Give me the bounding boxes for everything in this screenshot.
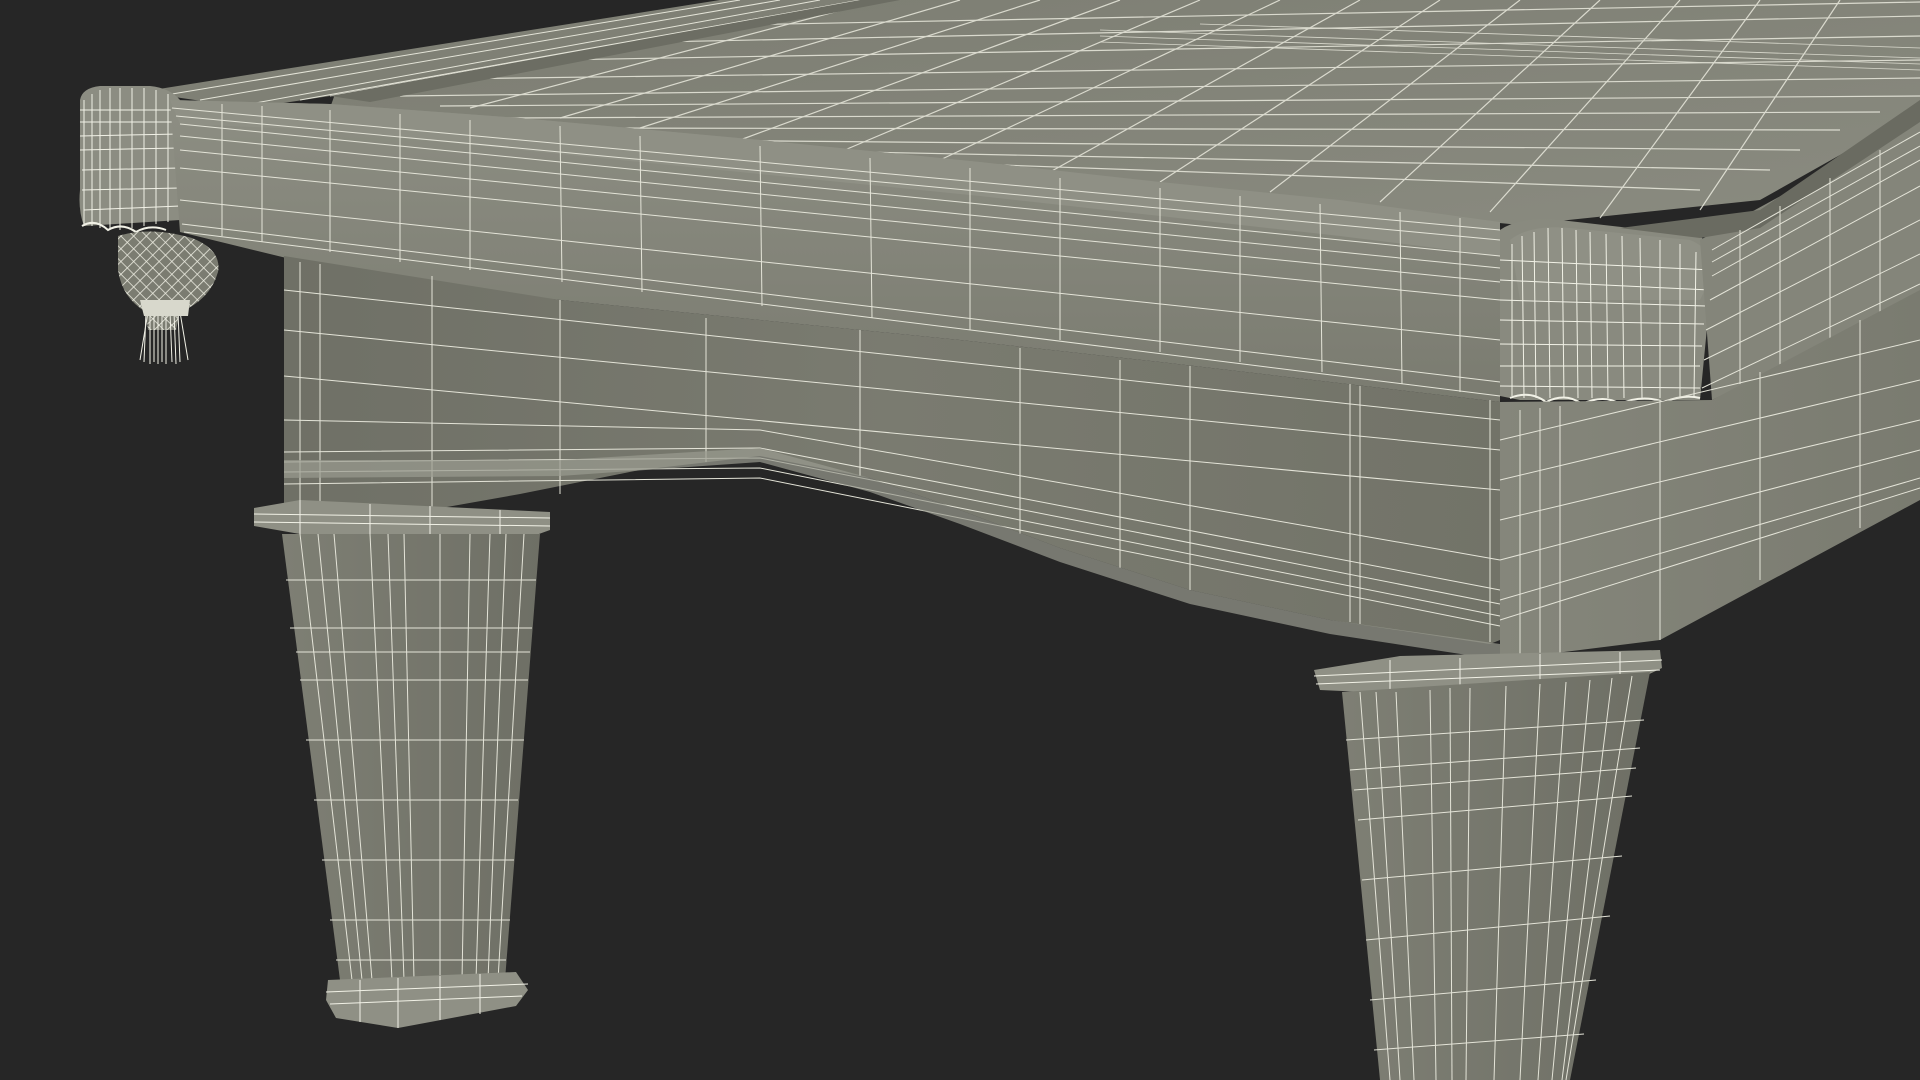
leg-right [1313,650,1663,1080]
corner-pocket-right [1499,219,1713,406]
3d-viewport[interactable] [0,0,1920,1080]
corner-pocket-left [79,86,181,234]
pocket-net-left [118,231,219,365]
leg-left [253,500,551,1028]
billiard-table-wireframe-render [79,0,1920,1080]
